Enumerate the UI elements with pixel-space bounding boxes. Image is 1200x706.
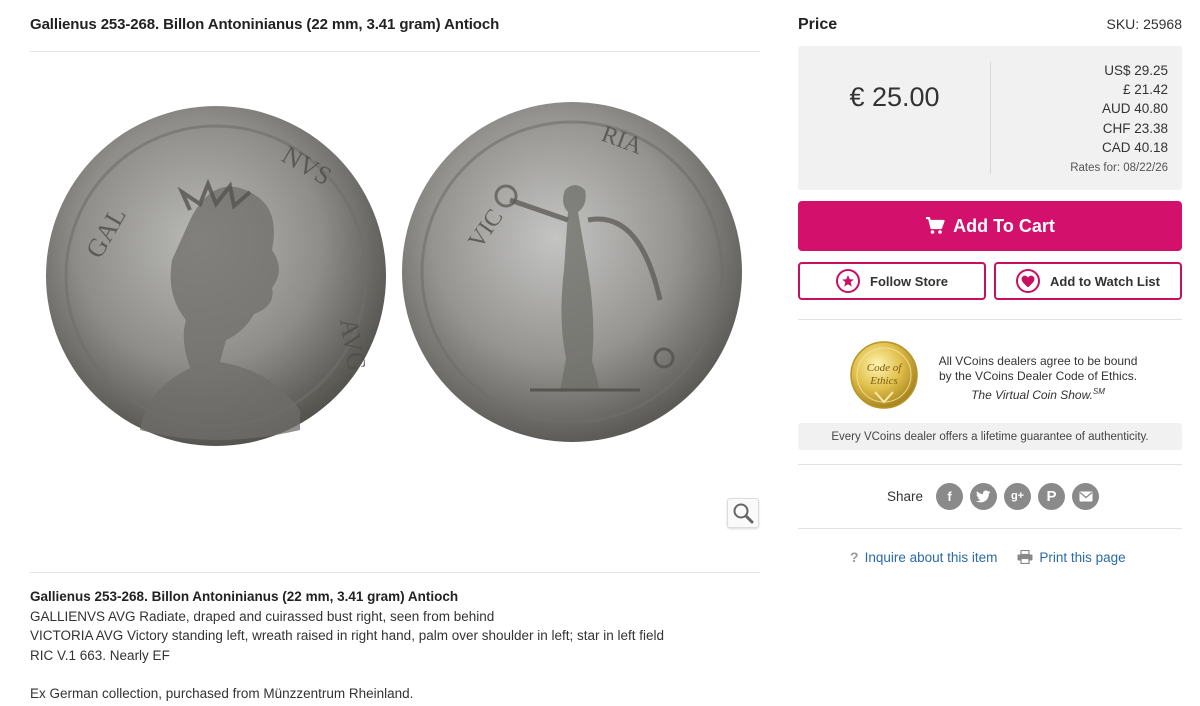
question-icon: ? [850,549,859,565]
ethics-statement: All VCoins dealers agree to be bound by … [935,354,1141,403]
description-line: GALLIENVS AVG Radiate, draped and cuiras… [30,608,495,624]
sku-text: SKU: 25968 [1106,16,1183,32]
follow-store-label: Follow Store [870,273,948,289]
follow-store-button[interactable]: Follow Store [798,262,986,300]
currency-rates: US$ 29.25 £ 21.42 AUD 40.80 CHF 23.38 CA… [1102,61,1168,157]
coin-obverse: GAL NVS AVG [46,106,386,446]
price-panel: € 25.00 US$ 29.25 £ 21.42 AUD 40.80 CHF … [798,46,1182,190]
rate-aud: AUD 40.80 [1101,101,1168,117]
svg-text:Code of: Code of [867,362,903,374]
printer-icon [1017,550,1033,564]
add-to-cart-button[interactable]: Add To Cart [798,201,1182,251]
print-label: Print this page [1039,549,1126,565]
ethics-line: The Virtual Coin Show.SM [971,387,1105,402]
share-row: Share f g+ P [887,482,1100,510]
description-title: Gallienus 253-268. Billon Antoninianus (… [30,589,459,604]
pinterest-icon[interactable]: P [1038,482,1066,510]
ethics-line: All VCoins dealers agree to be bound [938,354,1138,368]
print-link[interactable]: Print this page [1017,549,1126,565]
divider [798,319,1182,320]
email-icon[interactable] [1072,482,1100,510]
code-of-ethics-seal: Code of Ethics [850,341,918,409]
svg-text:Ethics: Ethics [869,375,898,387]
description-line: VICTORIA AVG Victory standing left, wrea… [30,628,665,643]
divider [30,51,760,52]
facebook-icon[interactable]: f [936,482,964,510]
description-line: RIC V.1 663. Nearly EF [30,647,170,663]
zoom-button[interactable] [727,498,759,528]
rate-usd: US$ 29.25 [1104,63,1168,78]
price-main: € 25.00 [849,82,940,112]
divider [798,464,1182,465]
coin-photo[interactable]: GAL NVS AVG VIC RIA [40,100,760,460]
twitter-icon[interactable] [970,482,998,510]
divider [798,528,1182,529]
product-description: Gallienus 253-268. Billon Antoninianus (… [30,587,760,704]
guarantee-banner: Every VCoins dealer offers a lifetime gu… [798,423,1182,450]
inquire-link[interactable]: ? Inquire about this item [850,549,997,565]
cart-icon [926,217,945,234]
ethics-line: by the VCoins Dealer Code of Ethics. [938,369,1138,383]
divider [990,62,991,174]
rate-gbp: £ 21.42 [1122,82,1168,98]
provenance-text: Ex German collection, purchased from Mün… [30,686,414,701]
star-icon [836,269,860,293]
inquire-label: Inquire about this item [864,549,998,565]
product-title: Gallienus 253-268. Billon Antoninianus (… [30,16,500,33]
heart-icon [1015,269,1040,293]
watch-list-label: Add to Watch List [1049,273,1160,289]
rate-cad: CAD 40.18 [1101,139,1168,155]
rates-date: Rates for: 08/22/26 [1070,162,1168,174]
coin-reverse: VIC RIA [402,102,742,442]
google-plus-icon[interactable]: g+ [1004,482,1032,510]
divider [30,572,760,573]
add-to-cart-label: Add To Cart [953,215,1055,236]
price-heading: Price [798,16,838,33]
watch-list-button[interactable]: Add to Watch List [994,262,1182,300]
share-label: Share [887,488,924,504]
magnifier-icon [733,503,754,524]
rate-chf: CHF 23.38 [1102,120,1168,136]
item-links: ? Inquire about this item Print this pag… [850,549,1126,565]
